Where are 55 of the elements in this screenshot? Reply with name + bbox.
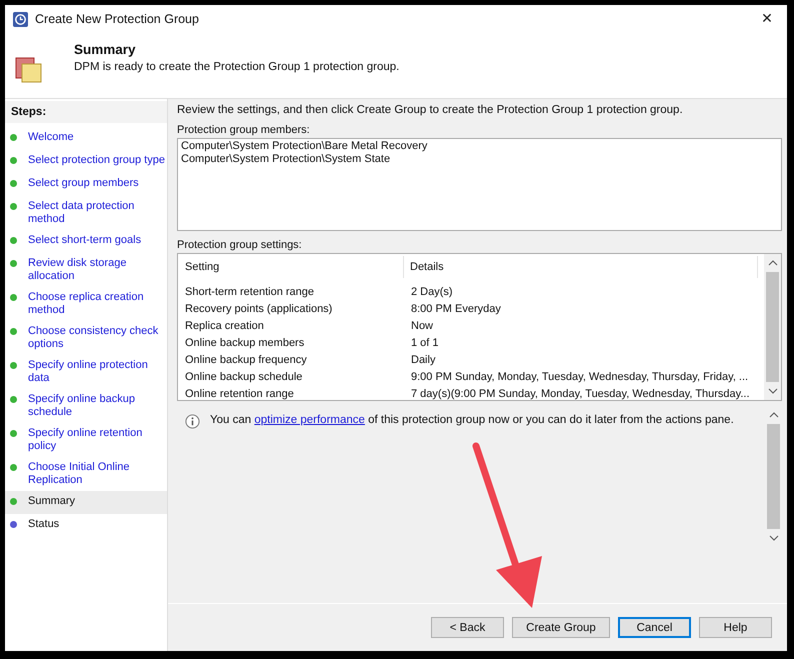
table-cell-text: 2 Day(s) (410, 286, 454, 298)
column-header[interactable]: Details (404, 256, 758, 278)
clock-icon (13, 12, 28, 26)
step-link[interactable]: Choose Initial Online Replication (28, 461, 165, 487)
step-link[interactable]: Select data protection method (28, 200, 165, 226)
member-item: Computer\System Protection\Bare Metal Recovery (181, 140, 428, 153)
info-icon (185, 414, 200, 429)
window-title: Create New Protection Group (35, 12, 200, 26)
dialog-button[interactable]: Cancel (618, 617, 691, 638)
step-link[interactable]: Specify online retention policy (28, 427, 165, 453)
table-cell-text: Replica creation (185, 320, 265, 332)
table-cell-text: Online backup schedule (185, 370, 304, 382)
step-link[interactable]: Select group members (28, 177, 139, 190)
step-link[interactable]: Summary (28, 495, 76, 508)
step-link[interactable]: Welcome (28, 131, 74, 144)
table-cell-text: Online retention range (185, 388, 295, 400)
members-label: Protection group members: (177, 124, 311, 136)
steps-heading: Steps: (5, 101, 167, 123)
table-cell-text: Now (410, 320, 434, 332)
step-link[interactable]: Specify online protection data (28, 359, 165, 385)
table-cell-text: Short-term retention range (185, 286, 316, 298)
table-cell-text: Daily (410, 354, 436, 366)
table-cell-text: Recovery points (applications) (185, 302, 334, 314)
info-text: You can optimize performance of this protection group now or you can do it later from the actions pane. (210, 414, 734, 426)
step-link[interactable]: Select short-term goals (28, 234, 142, 247)
table-cell-text: 1 of 1 (410, 336, 440, 348)
dialog-button[interactable]: Help (699, 617, 772, 638)
optimize-link[interactable]: optimize performance (254, 414, 365, 426)
table-cell-text: 9:00 PM Sunday, Monday, Tuesday, Wednesday, Thursday, Friday, ... (410, 370, 750, 382)
settings-label: Protection group settings: (177, 239, 303, 251)
table-cell-text: Online backup frequency (185, 354, 308, 366)
table-cell-text: 8:00 PM Everyday (410, 302, 502, 314)
step-link[interactable]: Choose replica creation method (28, 291, 165, 317)
dialog-button[interactable]: < Back (431, 617, 504, 638)
scroll-up-icon (768, 411, 778, 419)
instruction-text: Review the settings, and then click Create Group to create the Protection Group 1 protection group. (177, 104, 684, 116)
page-description: DPM is ready to create the Protection Group 1 protection group. (74, 61, 400, 73)
scrollbar-thumb[interactable] (767, 424, 780, 529)
step-link[interactable]: Choose consistency check options (28, 325, 165, 351)
member-item: Computer\System Protection\System State (181, 153, 392, 166)
table-cell-text: Online backup members (185, 336, 306, 348)
step-link[interactable]: Review disk storage allocation (28, 257, 165, 283)
step-link[interactable]: Select protection group type (28, 154, 165, 167)
column-header[interactable]: Setting (185, 256, 404, 278)
scroll-down-icon (768, 534, 778, 542)
table-cell-text: 7 day(s)(9:00 PM Sunday, Monday, Tuesday, Wednesday, Thursday... (410, 388, 751, 400)
close-button[interactable]: ✕ (747, 5, 787, 33)
page-heading: Summary (74, 42, 137, 57)
scrollbar-thumb[interactable] (766, 272, 779, 382)
step-link: Status (28, 518, 60, 531)
step-link[interactable]: Specify online backup schedule (28, 393, 165, 419)
dialog-button[interactable]: Create Group (512, 617, 610, 638)
scroll-up-icon (768, 259, 778, 267)
scroll-down-icon (768, 387, 778, 395)
folder-icon (15, 55, 42, 83)
